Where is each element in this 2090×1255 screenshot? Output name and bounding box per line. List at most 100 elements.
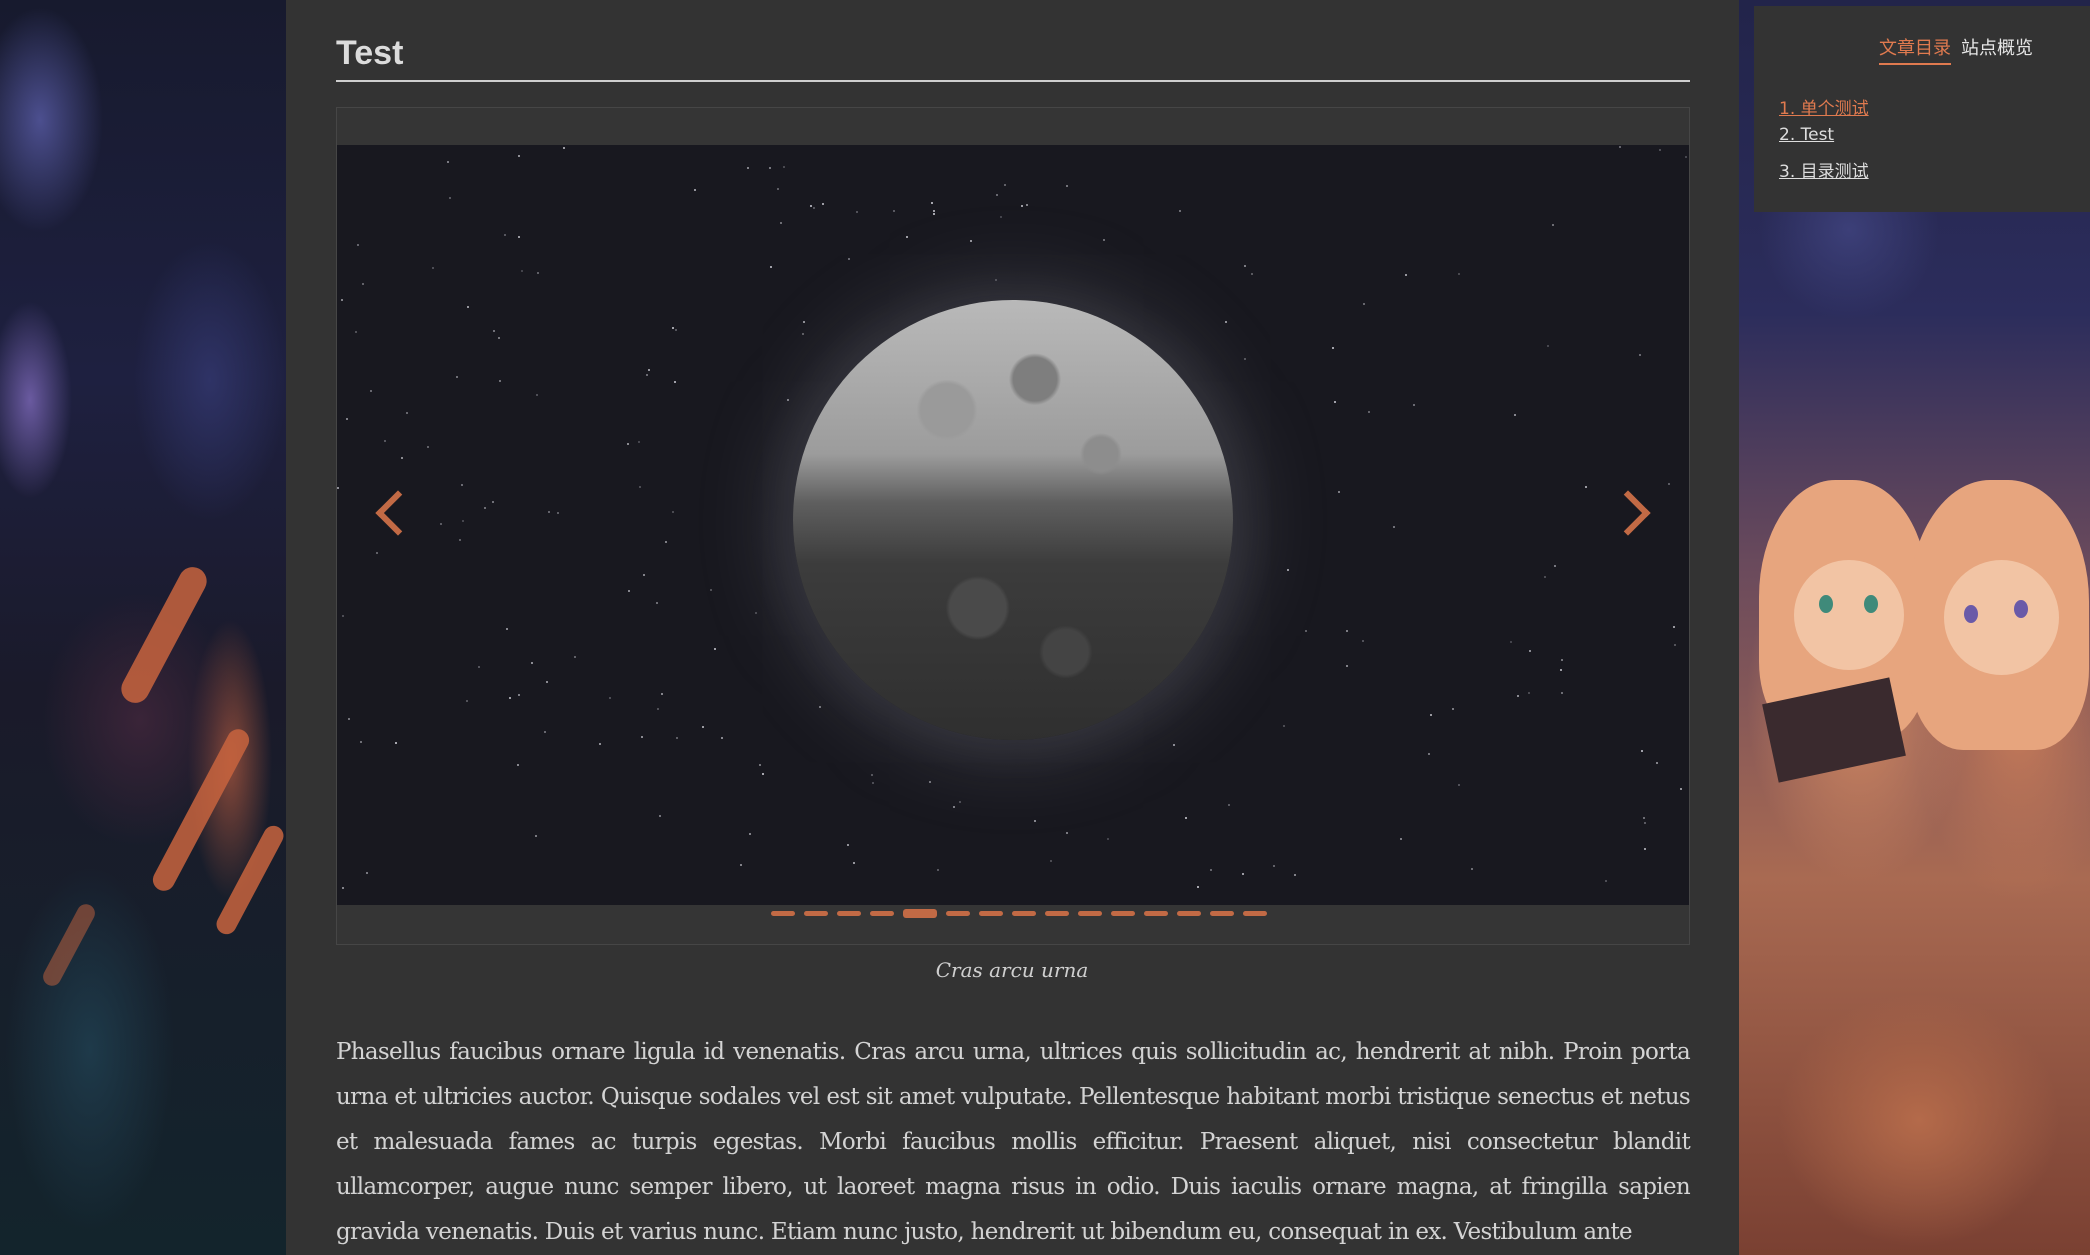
star — [1334, 401, 1337, 404]
star — [337, 486, 340, 489]
star — [1224, 321, 1227, 324]
star — [521, 269, 524, 272]
carousel-dot[interactable] — [1144, 911, 1168, 916]
star — [656, 708, 659, 711]
carousel-dot[interactable] — [870, 911, 894, 916]
star — [459, 538, 462, 541]
star — [497, 337, 500, 340]
star — [427, 446, 430, 449]
star — [1639, 354, 1642, 357]
image-caption: Cras arcu urna — [935, 958, 1089, 982]
carousel-next-arrow-icon[interactable] — [1605, 490, 1651, 536]
carousel-dot[interactable] — [1078, 911, 1102, 916]
star — [395, 741, 398, 744]
star — [809, 205, 812, 208]
star — [1363, 303, 1366, 306]
star — [517, 154, 520, 157]
carousel-dot[interactable] — [1045, 911, 1069, 916]
star — [847, 257, 850, 260]
tab-toc[interactable]: 文章目录 — [1879, 34, 1951, 65]
star — [870, 774, 873, 777]
star — [1412, 403, 1415, 406]
tab-site-overview[interactable]: 站点概览 — [1961, 34, 2033, 60]
star — [1529, 649, 1531, 652]
star — [740, 864, 743, 867]
toc-item-2[interactable]: 2. Test — [1779, 125, 1834, 145]
star — [1404, 273, 1407, 276]
star — [530, 661, 533, 664]
carousel-dot[interactable] — [804, 911, 828, 916]
star — [401, 457, 404, 460]
star — [545, 680, 548, 683]
star — [1644, 847, 1647, 850]
star — [1399, 838, 1402, 841]
star — [355, 330, 358, 333]
star — [787, 399, 790, 402]
star — [1338, 490, 1341, 493]
star — [1642, 816, 1645, 819]
star — [802, 320, 805, 323]
star — [776, 188, 779, 191]
star — [1552, 224, 1555, 227]
star — [1242, 873, 1245, 876]
star — [761, 773, 764, 776]
star — [1430, 713, 1433, 716]
star — [562, 147, 565, 150]
star — [340, 299, 343, 302]
star — [639, 486, 642, 489]
star — [936, 869, 939, 872]
carousel-dot[interactable] — [1210, 911, 1234, 916]
star — [456, 376, 459, 379]
star — [996, 193, 999, 196]
left-background-art — [0, 0, 286, 1255]
carousel-prev-arrow-icon[interactable] — [375, 490, 421, 536]
star — [1184, 817, 1187, 820]
star — [465, 700, 468, 703]
star — [1458, 784, 1461, 787]
toc-widget: 文章目录 站点概览 1. 单个测试 2. Test 3. 目录测试 — [1754, 6, 2090, 212]
star — [1517, 694, 1520, 697]
carousel-dot[interactable] — [1177, 911, 1201, 916]
star — [1294, 873, 1297, 876]
star — [1458, 272, 1461, 275]
star — [1367, 411, 1370, 413]
star — [659, 815, 662, 818]
carousel-dot[interactable] — [1111, 911, 1135, 916]
carousel-dot[interactable] — [837, 911, 861, 916]
star — [432, 267, 435, 270]
star — [359, 740, 362, 743]
star — [643, 573, 646, 576]
star — [929, 780, 932, 783]
star — [484, 507, 487, 510]
toc-item-1[interactable]: 1. 单个测试 — [1779, 94, 1869, 119]
star — [1471, 868, 1474, 871]
carousel-dot[interactable] — [979, 911, 1003, 916]
star — [1332, 347, 1335, 350]
carousel-dot[interactable] — [771, 911, 795, 916]
star — [655, 602, 658, 605]
star — [664, 540, 667, 543]
carousel-dot[interactable] — [1243, 911, 1267, 916]
carousel-dot[interactable] — [1012, 911, 1036, 916]
star — [710, 588, 713, 591]
carousel-dot[interactable] — [946, 911, 970, 916]
star — [747, 167, 750, 170]
star — [1560, 691, 1563, 694]
star — [1514, 413, 1517, 416]
star — [517, 764, 520, 766]
toc-item-3[interactable]: 3. 目录测试 — [1779, 157, 1869, 182]
moon-image — [793, 300, 1233, 740]
star — [356, 243, 359, 246]
star — [1065, 831, 1068, 834]
star — [1673, 626, 1676, 629]
star — [701, 726, 704, 729]
carousel-dot[interactable] — [903, 909, 937, 918]
star — [802, 332, 805, 335]
star — [661, 692, 664, 695]
star — [952, 806, 955, 809]
star — [573, 655, 576, 658]
star — [1003, 184, 1006, 187]
star — [674, 381, 677, 384]
star — [508, 697, 511, 700]
star — [770, 265, 773, 268]
